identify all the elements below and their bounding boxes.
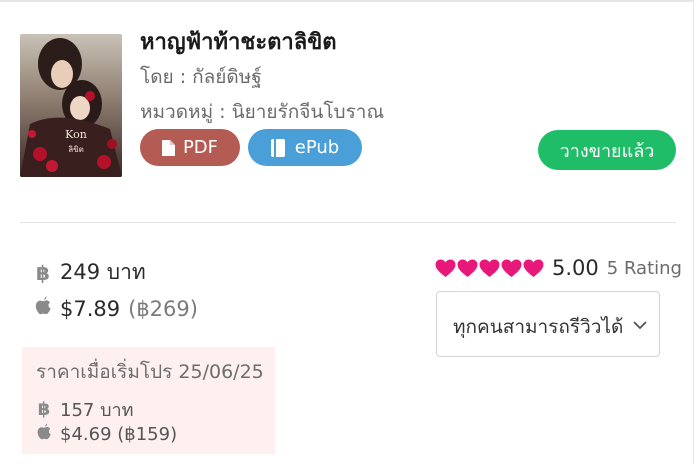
review-permission-dropdown[interactable]: ทุกคนสามารถรีวิวได้ [436, 291, 660, 357]
promo-title: ราคาเมื่อเริ่มโปร 25/06/25 [36, 361, 264, 383]
promo-price-box: ราคาเมื่อเริ่มโปร 25/06/25 ฿ 157 บาท $4.… [22, 347, 275, 454]
pdf-format-label: PDF [182, 137, 219, 158]
usd-price-value: $7.89 [60, 296, 121, 321]
card-top-border [0, 0, 694, 2]
thb-price-value: 249 บาท [60, 260, 146, 284]
promo-usd-price: $4.69 (฿159) [36, 423, 177, 446]
book-card: Kon ลิขิต หาญฟ้าท้าชะตาลิขิต โดย : กัลย์… [0, 0, 700, 464]
rating-count[interactable]: 5 Rating [607, 258, 682, 279]
apple-icon [36, 423, 52, 446]
promo-usd-value: $4.69 (฿159) [60, 424, 178, 445]
promo-thb-value: 157 บาท [60, 400, 134, 421]
book-cover-image[interactable]: Kon ลิขิต [20, 34, 122, 177]
on-sale-button[interactable]: วางขายแล้ว [538, 130, 676, 170]
rating[interactable]: 5.00 5 Rating [435, 256, 682, 280]
heart-icon [435, 258, 456, 277]
file-icon [161, 139, 175, 156]
heart-icon [523, 258, 544, 277]
book-category[interactable]: หมวดหมู่ : นิยายรักจีนโบราณ [140, 97, 384, 127]
thb-price: ฿ 249 บาท [34, 256, 146, 289]
heart-icon [457, 258, 478, 277]
rating-score: 5.00 [552, 256, 599, 280]
epub-format-label: ePub [294, 137, 340, 158]
usd-price-thb: (฿269) [128, 296, 198, 321]
heart-icon [501, 258, 522, 277]
rating-hearts [435, 258, 544, 278]
baht-icon: ฿ [37, 399, 51, 420]
heart-icon [479, 258, 500, 277]
svg-text:ลิขิต: ลิขิต [68, 145, 84, 154]
card-right-border [693, 0, 694, 464]
book-author[interactable]: โดย : กัลย์ดิษฐ์ [140, 62, 262, 92]
usd-price: $7.89 (฿269) [34, 296, 198, 321]
book-icon [270, 138, 287, 157]
baht-icon: ฿ [36, 260, 50, 285]
promo-thb-price: ฿ 157 บาท [36, 395, 134, 424]
apple-icon [34, 296, 52, 321]
section-divider [20, 222, 676, 223]
svg-text:Kon: Kon [65, 128, 87, 141]
book-title[interactable]: หาญฟ้าท้าชะตาลิขิต [140, 24, 337, 59]
review-permission-selected: ทุกคนสามารถรีวิวได้ [453, 316, 624, 338]
pdf-format-button[interactable]: PDF [140, 129, 240, 166]
epub-format-button[interactable]: ePub [248, 129, 362, 166]
